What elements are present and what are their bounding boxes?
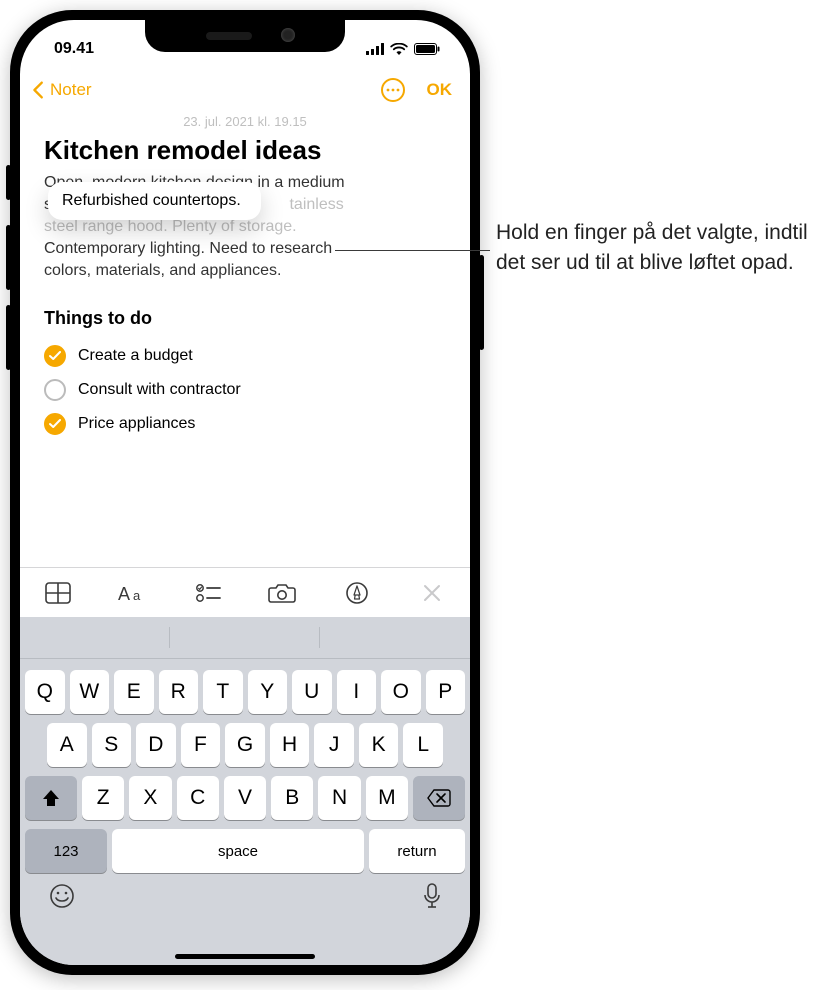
checklist-button[interactable] [188, 582, 228, 604]
cellular-icon [366, 43, 384, 55]
home-indicator[interactable] [175, 954, 315, 959]
key-x[interactable]: X [129, 776, 171, 820]
key-o[interactable]: O [381, 670, 421, 714]
key-i[interactable]: I [337, 670, 377, 714]
close-icon [423, 584, 441, 602]
backspace-key[interactable] [413, 776, 465, 820]
note-toolbar: Aa [20, 567, 470, 617]
checkbox-unchecked-icon[interactable] [44, 379, 66, 401]
key-l[interactable]: L [403, 723, 443, 767]
iphone-frame: 09.41 Noter OK [10, 10, 480, 975]
return-key[interactable]: return [369, 829, 465, 873]
done-button[interactable]: OK [427, 80, 453, 100]
note-editor[interactable]: 23. jul. 2021 kl. 19.15 Kitchen remodel … [20, 114, 470, 441]
key-r[interactable]: R [159, 670, 199, 714]
prediction-cell[interactable] [20, 617, 170, 658]
key-t[interactable]: T [203, 670, 243, 714]
callout-leader [335, 250, 490, 251]
notch [145, 20, 345, 52]
format-button[interactable]: Aa [113, 582, 153, 604]
prediction-bar [20, 617, 470, 659]
note-date: 23. jul. 2021 kl. 19.15 [44, 114, 446, 129]
key-p[interactable]: P [426, 670, 466, 714]
key-c[interactable]: C [177, 776, 219, 820]
checklist-item-label: Create a budget [78, 347, 193, 365]
checkbox-checked-icon[interactable] [44, 345, 66, 367]
checklist-item-label: Consult with contractor [78, 381, 241, 399]
key-s[interactable]: S [92, 723, 132, 767]
markup-icon [345, 581, 369, 605]
lifted-selection[interactable]: Refurbished countertops. [48, 182, 261, 220]
table-icon [45, 582, 71, 604]
prediction-cell[interactable] [320, 617, 470, 658]
key-n[interactable]: N [318, 776, 360, 820]
markup-button[interactable] [337, 581, 377, 605]
checklist-item[interactable]: Price appliances [44, 407, 446, 441]
callout-text: Hold en finger på det valgte, indtil det… [496, 218, 816, 278]
camera-button[interactable] [262, 582, 302, 604]
key-q[interactable]: Q [25, 670, 65, 714]
close-toolbar-button[interactable] [412, 584, 452, 602]
note-subheading[interactable]: Things to do [44, 308, 446, 329]
prediction-cell[interactable] [170, 617, 320, 658]
lifted-selection-text: Refurbished countertops. [62, 192, 241, 209]
battery-icon [414, 43, 440, 55]
key-j[interactable]: J [314, 723, 354, 767]
camera-icon [268, 582, 296, 604]
checklist-item[interactable]: Consult with contractor [44, 373, 446, 407]
table-button[interactable] [38, 582, 78, 604]
nav-bar: Noter OK [20, 68, 470, 112]
checklist-item[interactable]: Create a budget [44, 339, 446, 373]
key-w[interactable]: W [70, 670, 110, 714]
key-e[interactable]: E [114, 670, 154, 714]
emoji-key[interactable] [49, 883, 75, 914]
key-a[interactable]: A [47, 723, 87, 767]
back-button[interactable]: Noter [28, 79, 92, 101]
checklist-item-label: Price appliances [78, 415, 195, 433]
microphone-icon [423, 883, 441, 909]
key-h[interactable]: H [270, 723, 310, 767]
key-g[interactable]: G [225, 723, 265, 767]
wifi-icon [390, 43, 408, 55]
back-label: Noter [50, 80, 92, 100]
key-z[interactable]: Z [82, 776, 124, 820]
numbers-key[interactable]: 123 [25, 829, 107, 873]
checklist-icon [195, 582, 221, 604]
checklist[interactable]: Create a budget Consult with contractor … [44, 339, 446, 441]
space-key[interactable]: space [112, 829, 364, 873]
screen: 09.41 Noter OK [20, 20, 470, 965]
key-d[interactable]: D [136, 723, 176, 767]
key-f[interactable]: F [181, 723, 221, 767]
key-y[interactable]: Y [248, 670, 288, 714]
more-button[interactable] [381, 78, 405, 102]
emoji-icon [49, 883, 75, 909]
shift-key[interactable] [25, 776, 77, 820]
checkbox-checked-icon[interactable] [44, 413, 66, 435]
svg-text:a: a [133, 588, 141, 603]
svg-text:A: A [118, 584, 130, 604]
backspace-icon [427, 789, 451, 807]
note-title[interactable]: Kitchen remodel ideas [44, 135, 446, 166]
key-u[interactable]: U [292, 670, 332, 714]
key-k[interactable]: K [359, 723, 399, 767]
key-m[interactable]: M [366, 776, 408, 820]
status-time: 09.41 [54, 40, 94, 58]
dictation-key[interactable] [423, 883, 441, 914]
key-v[interactable]: V [224, 776, 266, 820]
text-format-icon: Aa [118, 582, 148, 604]
shift-icon [41, 788, 61, 808]
ellipsis-icon [386, 88, 400, 92]
chevron-left-icon [28, 79, 50, 101]
key-b[interactable]: B [271, 776, 313, 820]
keyboard: QWERTYUIOP ASDFGHJKL ZXCVBNM 123 space r… [20, 617, 470, 965]
